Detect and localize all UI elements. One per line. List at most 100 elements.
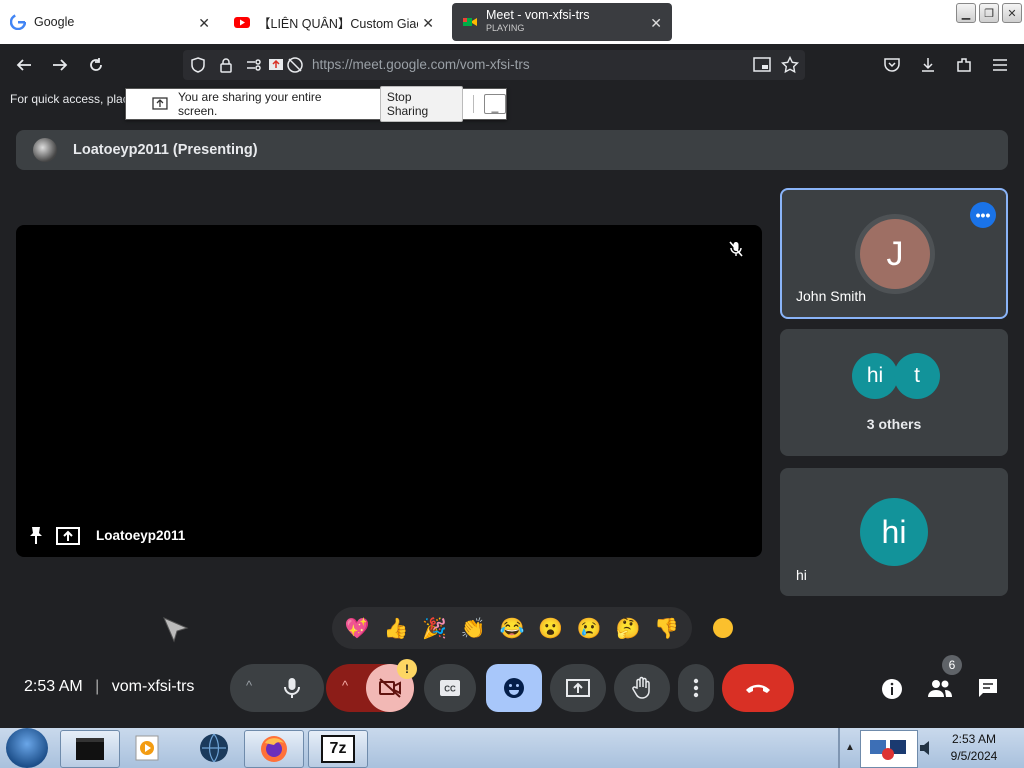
picture-in-picture-icon[interactable] — [751, 54, 773, 76]
pocket-icon[interactable] — [881, 54, 903, 76]
camera-blocked-icon[interactable] — [284, 54, 306, 76]
taskbar-app-7zip[interactable]: 7z — [308, 730, 368, 768]
close-icon[interactable]: ✕ — [198, 15, 210, 32]
reaction-party[interactable]: 🎉 — [422, 616, 447, 641]
chevron-up-icon[interactable]: ^ — [342, 678, 348, 693]
window-minimize-button[interactable]: ▁ — [956, 3, 976, 23]
system-clock[interactable]: 2:53 AM 9/5/2024 — [944, 732, 1004, 763]
reactions-button[interactable] — [486, 664, 542, 712]
network-icon[interactable] — [868, 736, 910, 762]
more-vert-icon — [693, 678, 699, 698]
reaction-thumbs-up[interactable]: 👍 — [384, 616, 409, 641]
meeting-time: 2:53 AM — [24, 678, 83, 695]
volume-icon[interactable] — [918, 738, 932, 758]
mic-control-group: ^ — [230, 664, 324, 712]
participant-name: John Smith — [796, 288, 867, 304]
captions-button[interactable]: CC — [424, 664, 476, 712]
7zip-icon: 7z — [321, 735, 355, 763]
participant-tile-others[interactable]: hi t 3 others — [780, 329, 1008, 456]
svg-text:CC: CC — [444, 685, 456, 694]
back-arrow-icon[interactable] — [13, 54, 35, 76]
avatar: hi — [860, 498, 928, 566]
presenting-bar: Loatoeyp2011 (Presenting) — [16, 130, 1008, 170]
avatar: t — [894, 353, 940, 399]
presenting-screen-icon — [56, 526, 80, 546]
bookmarks-hint-text: For quick access, plac — [10, 92, 129, 106]
meet-icon — [463, 18, 477, 26]
raise-hand-button[interactable] — [614, 664, 670, 712]
main-video-name: Loatoeyp2011 — [96, 528, 186, 543]
youtube-icon — [234, 17, 250, 28]
screen-sharing-notice: You are sharing your entire screen. Stop… — [125, 86, 507, 122]
stop-sharing-button[interactable]: Stop Sharing — [379, 86, 464, 122]
forward-arrow-icon[interactable] — [49, 54, 71, 76]
skin-tone-picker[interactable] — [713, 618, 733, 638]
tab-meet[interactable]: Meet - vom-xfsi-trs PLAYING ✕ — [452, 3, 672, 41]
tab-google[interactable]: Google ✕ — [0, 3, 220, 41]
avatar: J — [860, 219, 930, 289]
meeting-info-icon[interactable] — [880, 677, 904, 701]
url-text[interactable]: https://meet.google.com/vom-xfsi-trs — [312, 57, 530, 72]
window-restore-button[interactable]: ❐ — [979, 3, 999, 23]
close-icon[interactable]: ✕ — [650, 15, 662, 32]
emoji-icon — [504, 678, 524, 698]
media-player-icon[interactable] — [134, 732, 162, 762]
reactions-bar: 💖 👍 🎉 👏 😂 😮 😢 🤔 👎 — [332, 607, 692, 649]
people-count-badge: 6 — [942, 655, 962, 675]
tab-playing-label: PLAYING — [486, 23, 525, 33]
more-options-button[interactable] — [678, 664, 714, 712]
lock-icon[interactable] — [215, 54, 237, 76]
main-video-tile[interactable] — [16, 225, 762, 557]
people-icon[interactable] — [927, 677, 953, 699]
others-label: 3 others — [866, 416, 922, 432]
reaction-surprised[interactable]: 😮 — [538, 616, 563, 641]
reaction-thinking[interactable]: 🤔 — [615, 616, 640, 641]
taskbar-app-terminal[interactable] — [60, 730, 120, 768]
taskbar-divider — [838, 728, 840, 768]
reaction-thumbs-down[interactable]: 👎 — [654, 616, 679, 641]
reaction-heart[interactable]: 💖 — [345, 616, 370, 641]
more-options-icon[interactable]: ••• — [970, 202, 996, 228]
reaction-laugh[interactable]: 😂 — [500, 616, 525, 641]
download-icon[interactable] — [917, 54, 939, 76]
tab-title: Google — [34, 15, 75, 29]
start-button[interactable] — [6, 728, 48, 768]
bookmark-star-icon[interactable] — [779, 54, 801, 76]
presenting-label: Loatoeyp2011 (Presenting) — [73, 142, 258, 158]
window-close-button[interactable]: ✕ — [1002, 3, 1022, 23]
taskbar-app-firefox[interactable] — [244, 730, 304, 768]
reload-icon[interactable] — [85, 54, 107, 76]
leave-call-button[interactable] — [722, 664, 794, 712]
participant-tile-john[interactable]: J ••• John Smith — [780, 188, 1008, 319]
present-screen-icon — [566, 679, 590, 697]
chat-icon[interactable] — [977, 677, 999, 699]
google-icon — [10, 14, 26, 30]
participant-tile-hi[interactable]: hi hi — [780, 468, 1008, 596]
system-time: 2:53 AM — [951, 732, 997, 746]
reaction-clap[interactable]: 👏 — [461, 616, 486, 641]
globe-icon[interactable] — [198, 732, 230, 764]
mouse-cursor-icon — [162, 616, 190, 644]
permissions-icon[interactable] — [244, 54, 266, 76]
pin-icon[interactable] — [27, 525, 45, 545]
extensions-icon[interactable] — [953, 54, 975, 76]
tray-expand-icon[interactable]: ▲ — [845, 742, 855, 753]
divider: | — [95, 678, 100, 695]
present-screen-button[interactable] — [550, 664, 606, 712]
reaction-sad[interactable]: 😢 — [577, 616, 602, 641]
avatar: hi — [852, 353, 898, 399]
close-icon[interactable]: ✕ — [422, 15, 434, 32]
tab-title: Meet - vom-xfsi-trs — [486, 9, 590, 22]
hand-icon — [632, 676, 650, 699]
microphone-icon[interactable] — [282, 676, 302, 700]
camera-warning-badge: ! — [397, 659, 417, 679]
menu-hamburger-icon[interactable] — [989, 54, 1011, 76]
shield-icon[interactable] — [187, 54, 209, 76]
hang-up-icon — [746, 684, 770, 693]
chevron-up-icon[interactable]: ^ — [246, 678, 252, 693]
minimize-notice-button[interactable]: _ — [484, 94, 506, 114]
tab-lien-quan[interactable]: 【LIÊN QUÂN】Custom Giao H ✕ — [224, 3, 444, 41]
closed-captions-icon: CC — [440, 680, 460, 696]
presenter-avatar — [33, 138, 57, 162]
meeting-code: vom-xfsi-trs — [111, 678, 195, 695]
